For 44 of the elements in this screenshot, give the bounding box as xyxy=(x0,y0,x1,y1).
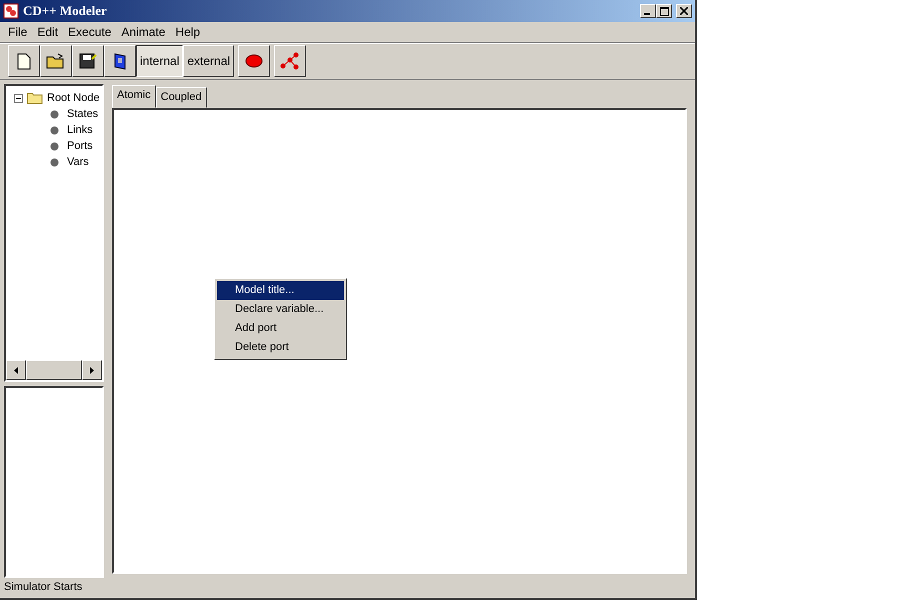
app-icon xyxy=(3,3,19,19)
tree-item[interactable]: Ports xyxy=(67,138,93,154)
menu-item[interactable]: Model title... xyxy=(217,281,344,300)
scrollbar-thumb[interactable] xyxy=(26,360,82,380)
menu-item[interactable]: Delete port xyxy=(217,338,344,357)
toolbar-button[interactable] xyxy=(274,45,306,77)
toolbar-button[interactable] xyxy=(238,45,270,77)
menu-item[interactable]: Declare variable... xyxy=(217,300,344,319)
menu-item[interactable]: Edit xyxy=(32,23,64,41)
minimize-button[interactable] xyxy=(640,4,656,18)
toolbar-button[interactable] xyxy=(72,45,104,77)
scroll-left-button[interactable] xyxy=(6,360,26,380)
tree-item[interactable]: Vars xyxy=(67,154,89,170)
left-arrow-icon xyxy=(14,366,18,374)
close-button[interactable] xyxy=(676,4,692,18)
menu-item[interactable]: Add port xyxy=(217,319,344,338)
toolbar-button[interactable] xyxy=(8,45,40,77)
toolbar-button[interactable] xyxy=(104,45,136,77)
menu-item[interactable]: File xyxy=(3,23,32,41)
graph-icon xyxy=(279,51,302,71)
menu-item[interactable]: Help xyxy=(170,23,206,41)
tab[interactable]: Atomic xyxy=(112,85,156,108)
window-title: CD++ Modeler xyxy=(23,2,108,20)
collapse-icon[interactable] xyxy=(14,94,23,102)
maximize-button[interactable] xyxy=(656,4,672,18)
tree-item[interactable]: States xyxy=(67,106,98,122)
status-text: Simulator Starts xyxy=(3,580,84,595)
close-icon xyxy=(680,7,688,16)
toolbar-button[interactable]: internal xyxy=(136,45,184,77)
folder-icon xyxy=(46,53,66,69)
scroll-right-button[interactable] xyxy=(82,360,102,380)
toolbar-button[interactable]: external xyxy=(183,45,234,77)
book-icon xyxy=(112,52,128,70)
folder-icon xyxy=(27,92,43,104)
tree-item[interactable]: Links xyxy=(67,122,93,138)
right-arrow-icon xyxy=(90,366,94,374)
maximize-icon xyxy=(660,6,668,16)
tab[interactable]: Coupled xyxy=(156,87,207,108)
menu-item[interactable]: Animate xyxy=(116,23,170,41)
toolbar-button[interactable] xyxy=(40,45,72,77)
new-file-icon xyxy=(17,52,31,70)
record-icon xyxy=(245,54,264,68)
menu-item[interactable]: Execute xyxy=(63,23,116,41)
tree-item[interactable]: Root Node xyxy=(47,90,100,106)
